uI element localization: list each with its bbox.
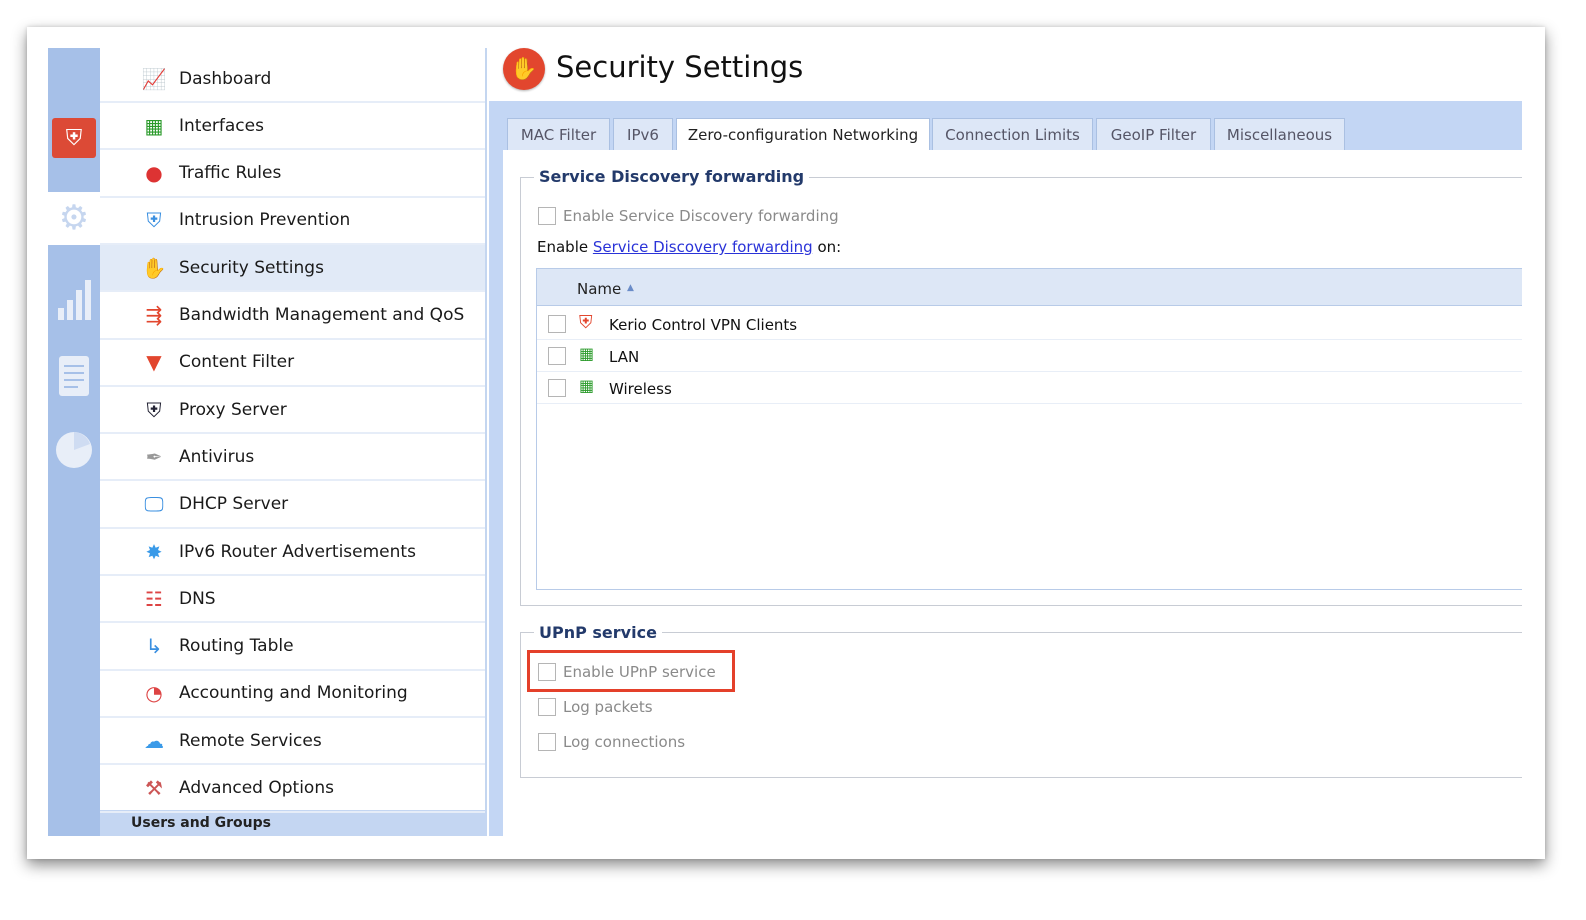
sidebar-item-label: Content Filter	[179, 352, 295, 373]
sidebar-item-label: Remote Services	[179, 730, 322, 751]
traffic-light-icon: ●	[145, 161, 163, 186]
bandwidth-arrow-icon: ⇶	[145, 303, 163, 327]
row-checkbox[interactable]	[548, 315, 566, 333]
hand-stop-icon: ✋	[141, 255, 167, 280]
tab-ipv6[interactable]: IPv6	[613, 118, 673, 151]
tools-icon: ⚒	[145, 776, 163, 800]
sidebar-item-dhcp-server[interactable]: 🖵 DHCP Server	[100, 482, 485, 529]
tab-geoip-filter[interactable]: GeoIP Filter	[1096, 118, 1211, 151]
tab-miscellaneous[interactable]: Miscellaneous	[1214, 118, 1345, 151]
hand-stop-icon: ✋	[503, 48, 545, 90]
sidebar-item-label: Accounting and Monitoring	[179, 683, 408, 704]
log-connections-label: Log connections	[563, 733, 686, 751]
sidebar-item-label: Security Settings	[179, 257, 324, 278]
sidebar-item-label: Advanced Options	[179, 778, 334, 798]
service-discovery-legend: Service Discovery forwarding	[534, 167, 810, 186]
funnel-icon: ▼	[146, 350, 162, 375]
cloud-gear-icon: ☁	[144, 728, 164, 753]
enable-service-discovery-label: Enable Service Discovery forwarding	[563, 207, 839, 225]
sidebar-item-label: Dashboard	[179, 68, 272, 89]
proxy-shield-icon: ⛨	[146, 397, 162, 422]
network-card-icon: ▦	[144, 113, 164, 138]
tab-connection-limits[interactable]: Connection Limits	[932, 118, 1093, 151]
sidebar-item-label: DNS	[179, 588, 216, 609]
upnp-legend: UPnP service	[534, 623, 662, 642]
sidebar-item-content-filter[interactable]: ▼ Content Filter	[100, 340, 485, 387]
syringe-icon: ✒	[145, 444, 163, 469]
enable-on-text: Enable Service Discovery forwarding on:	[537, 238, 841, 256]
network-card-icon: ▦	[579, 344, 595, 363]
grid-header: Name ▲	[537, 269, 1522, 306]
sidebar-item-interfaces[interactable]: ▦ Interfaces	[100, 103, 485, 151]
enable-on-prefix: Enable	[537, 238, 593, 256]
router-icon: ✸	[145, 539, 163, 564]
sidebar-item-routing-table[interactable]: ↳ Routing Table	[100, 624, 485, 671]
pie-chart-icon[interactable]	[52, 428, 96, 472]
page-header: ✋ Security Settings	[489, 48, 1522, 101]
log-packets-label: Log packets	[563, 698, 653, 716]
tab-zero-configuration-networking[interactable]: Zero-configuration Networking	[676, 118, 930, 152]
left-rail: ⛨ ⚙	[48, 48, 100, 836]
log-packets-checkbox[interactable]	[538, 698, 556, 716]
gear-icon[interactable]: ⚙	[52, 198, 96, 238]
routing-arrows-icon: ↳	[145, 634, 163, 659]
row-checkbox[interactable]	[548, 347, 566, 365]
sidebar-item-bandwidth-management-and-qos[interactable]: ⇶ Bandwidth Management and QoS	[100, 293, 485, 340]
grid-row[interactable]: ▦ LAN	[537, 340, 1522, 372]
sidebar-item-label: Intrusion Prevention	[179, 210, 351, 231]
tab-mac-filter[interactable]: MAC Filter	[507, 118, 610, 151]
highlight-box	[527, 650, 735, 692]
sidebar-item-dashboard[interactable]: 📈 Dashboard	[100, 56, 485, 103]
row-checkbox[interactable]	[548, 379, 566, 397]
grid-row[interactable]: ⛨ Kerio Control VPN Clients	[537, 308, 1522, 340]
sidebar-item-intrusion-prevention[interactable]: ⛨ Intrusion Prevention	[100, 198, 485, 245]
network-card-icon: ▦	[579, 376, 595, 395]
sidebar-item-label: Routing Table	[179, 636, 294, 657]
row-name: Wireless	[609, 380, 672, 398]
column-header-name[interactable]: Name	[577, 280, 621, 298]
sidebar-item-accounting-and-monitoring[interactable]: ◔ Accounting and Monitoring	[100, 671, 485, 718]
sidebar-item-label: Bandwidth Management and QoS	[179, 305, 465, 325]
sidebar-item-label: DHCP Server	[179, 494, 289, 515]
sidebar-item-label: Proxy Server	[179, 399, 287, 420]
bar-chart-icon[interactable]	[52, 276, 96, 324]
monitor-clock-icon: 🖵	[144, 492, 164, 517]
sidebar-item-label: IPv6 Router Advertisements	[179, 541, 416, 562]
enable-service-discovery-checkbox[interactable]	[538, 207, 556, 225]
interfaces-grid: Name ▲ ⛨ Kerio Control VPN Clients ▦ LAN ▦ Wi…	[536, 268, 1522, 590]
log-document-icon[interactable]	[52, 353, 96, 399]
enable-on-suffix: on:	[812, 238, 842, 256]
shield-icon[interactable]: ⛨	[52, 118, 96, 158]
row-name: LAN	[609, 348, 640, 366]
sort-ascending-icon[interactable]: ▲	[627, 283, 634, 293]
report-chart-icon: ◔	[145, 681, 163, 706]
dashboard-icon: 📈	[141, 66, 167, 91]
page-title: Security Settings	[556, 50, 804, 84]
sidebar-item-label: Antivirus	[179, 446, 255, 467]
vpn-shield-icon: ⛨	[579, 312, 593, 333]
sidebar-item-label: Traffic Rules	[179, 163, 282, 184]
sidebar-item-label: Interfaces	[179, 115, 264, 136]
sidebar-nav: Users and Groups 📈 Dashboard ▦ Interfaces ● T…	[100, 48, 487, 836]
grid-row[interactable]: ▦ Wireless	[537, 372, 1522, 404]
sidebar-item-dns[interactable]: ☷ DNS	[100, 576, 485, 624]
log-connections-checkbox[interactable]	[538, 733, 556, 751]
sidebar-item-traffic-rules[interactable]: ● Traffic Rules	[100, 151, 485, 198]
shield-icon: ⛨	[146, 208, 162, 233]
sidebar-item-security-settings[interactable]: ✋ Security Settings	[100, 245, 485, 293]
sidebar-item-proxy-server[interactable]: ⛨ Proxy Server	[100, 387, 485, 435]
service-discovery-link[interactable]: Service Discovery forwarding	[593, 238, 813, 256]
sidebar-section-users-and-groups[interactable]: Users and Groups	[100, 810, 487, 836]
sidebar-item-ipv6-router-advertisements[interactable]: ✸ IPv6 Router Advertisements	[100, 529, 485, 576]
row-name: Kerio Control VPN Clients	[609, 316, 798, 334]
dns-tree-icon: ☷	[145, 586, 163, 611]
panel-left-border	[489, 150, 503, 836]
sidebar-item-antivirus[interactable]: ✒ Antivirus	[100, 434, 485, 482]
sidebar-item-remote-services[interactable]: ☁ Remote Services	[100, 718, 485, 766]
sidebar-item-advanced-options[interactable]: ⚒ Advanced Options	[100, 766, 485, 813]
